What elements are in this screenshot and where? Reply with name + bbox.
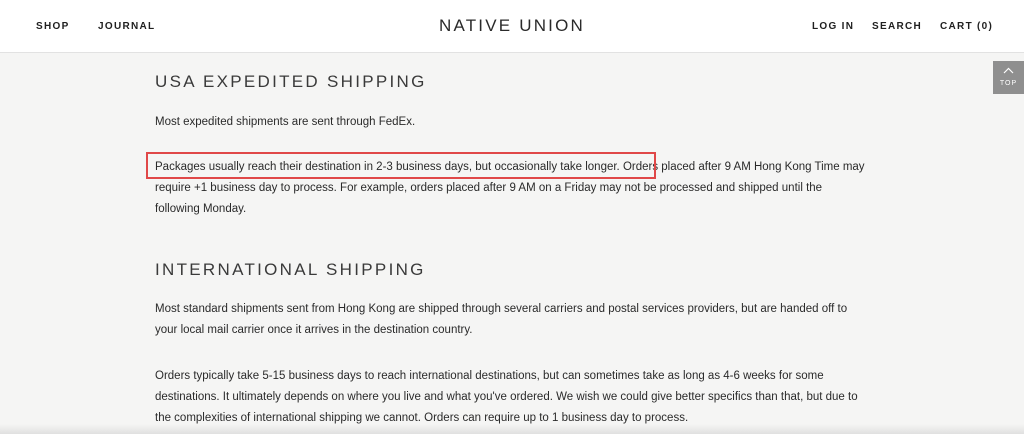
chevron-up-icon — [1003, 67, 1014, 74]
usa-expedited-heading: USA EXPEDITED SHIPPING — [155, 72, 427, 91]
site-header: SHOP JOURNAL NATIVE UNION LOG IN SEARCH … — [0, 0, 1024, 53]
back-to-top-label: TOP — [999, 80, 1018, 87]
nav-login-link[interactable]: LOG IN — [812, 21, 854, 32]
nav-cart-link[interactable]: CART (0) — [940, 21, 993, 32]
international-delivery-time-paragraph: Orders typically take 5-15 business days… — [155, 370, 858, 424]
bottom-fade — [0, 424, 1024, 434]
back-to-top-button[interactable]: TOP — [993, 61, 1024, 94]
nav-search-link[interactable]: SEARCH — [872, 21, 922, 32]
international-carriers-paragraph: Most standard shipments sent from Hong K… — [155, 303, 848, 336]
international-shipping-heading: INTERNATIONAL SHIPPING — [155, 260, 426, 279]
expedited-delivery-paragraph: Packages usually reach their destination… — [155, 157, 865, 220]
expedited-fedex-paragraph: Most expedited shipments are sent throug… — [155, 116, 416, 128]
brand-logo[interactable]: NATIVE UNION — [0, 16, 1024, 36]
highlighted-delivery-sentence: Packages usually reach their destination… — [155, 161, 620, 173]
